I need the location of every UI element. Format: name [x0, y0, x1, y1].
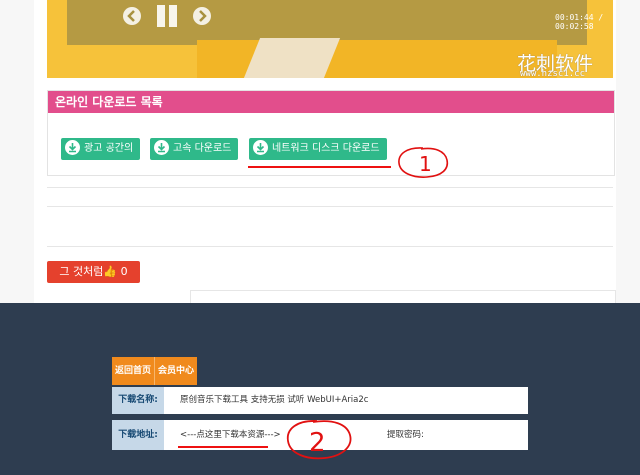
ad-space-label: 광고 공간의	[84, 143, 134, 154]
divider	[47, 187, 613, 188]
netdisk-download-label: 네트워크 디스크 다운로드	[272, 143, 380, 154]
annotation-underline-1	[248, 166, 391, 168]
annotation-underline-2	[178, 446, 268, 448]
like-button[interactable]: 그 것처럼👍 0	[47, 261, 140, 283]
ad-space-button[interactable]: 광고 공간의	[61, 138, 141, 160]
resource-name-value: 原创音乐下载工具 支持无损 试听 WebUI+Aria2c	[180, 395, 369, 405]
download-icon	[253, 139, 268, 155]
annotation-circle-2: 2	[286, 420, 352, 460]
resource-name-label: 下载名称:	[112, 387, 164, 414]
divider	[47, 206, 613, 207]
divider	[47, 246, 613, 247]
nav-member-button[interactable]: 会员中心	[154, 357, 197, 385]
resource-name-row: 下载名称: 原创音乐下载工具 支持无损 试听 WebUI+Aria2c	[112, 387, 528, 414]
video-scene-wedge	[243, 38, 341, 78]
download-panel: 온라인 다운로드 목록	[47, 90, 615, 176]
pause-icon[interactable]	[155, 4, 179, 32]
download-icon	[65, 139, 80, 155]
prev-icon[interactable]	[122, 6, 142, 30]
fast-download-label: 고속 다운로드	[173, 143, 232, 154]
playback-time: 00:01:44 / 00:02:58	[555, 13, 604, 31]
annotation-circle-1: 1	[398, 147, 449, 178]
watermark-url: www.hzsc1.cc	[520, 69, 586, 79]
annotation-number-2: 2	[309, 428, 326, 458]
resource-password-label: 提取密码:	[387, 430, 424, 440]
resource-url-label: 下载地址:	[112, 420, 164, 450]
next-icon[interactable]	[192, 6, 212, 30]
nav-home-button[interactable]: 返回首页	[112, 357, 154, 385]
annotation-number-1: 1	[419, 152, 432, 176]
fast-download-button[interactable]: 고속 다운로드	[150, 138, 239, 160]
content-card	[190, 290, 616, 304]
download-panel-title: 온라인 다운로드 목록	[48, 91, 614, 113]
download-icon	[154, 139, 169, 155]
netdisk-download-button[interactable]: 네트워크 디스크 다운로드	[249, 138, 387, 160]
